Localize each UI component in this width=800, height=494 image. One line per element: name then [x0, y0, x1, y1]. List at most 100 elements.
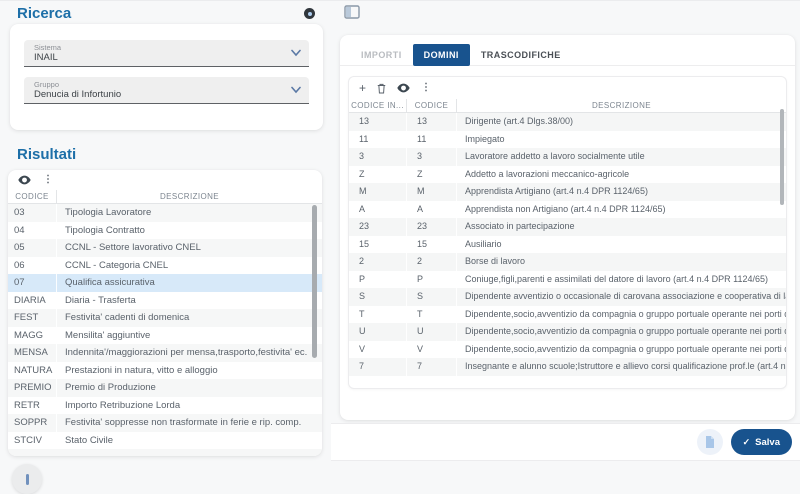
table-row[interactable]: SOPPR Festivita' soppresse non trasforma… — [8, 414, 322, 432]
row-code: 7 — [407, 358, 457, 376]
row-description: Impiegato — [457, 131, 786, 149]
table-row[interactable]: 04 Tipologia Contratto — [8, 222, 322, 240]
split-view-icon[interactable] — [344, 5, 360, 19]
chevron-down-icon — [291, 86, 301, 94]
more-options-icon[interactable]: ⋮ — [43, 175, 53, 185]
delete-icon[interactable] — [377, 83, 386, 94]
info-button[interactable] — [12, 464, 42, 494]
table-row[interactable]: 05 CCNL - Settore lavorativo CNEL — [8, 239, 322, 257]
table-row[interactable]: 03 Tipologia Lavoratore — [8, 204, 322, 222]
column-header-codice: CODICE — [407, 99, 457, 112]
tab-domini[interactable]: DOMINI — [413, 44, 470, 66]
row-code: 15 — [407, 236, 457, 254]
row-description: Qualifica assicurativa — [57, 274, 322, 292]
visibility-icon[interactable] — [18, 175, 31, 185]
visibility-icon[interactable] — [397, 83, 410, 93]
row-description: Associato in partecipazione — [457, 218, 786, 236]
more-options-icon[interactable]: ⋮ — [421, 83, 431, 93]
row-code: Z — [407, 166, 457, 184]
row-code: RETR — [8, 397, 57, 415]
row-description: Festivita' soppresse non trasformate in … — [57, 414, 322, 432]
clipped-row — [8, 449, 322, 456]
table-row[interactable]: Z Z Addetto a lavorazioni meccanico-agri… — [349, 166, 786, 184]
sistema-select[interactable]: Sistema INAIL — [24, 40, 309, 67]
row-description: Festivita' cadenti di domenica — [57, 309, 322, 327]
row-description: Indennita'/maggiorazioni per mensa,trasp… — [57, 344, 322, 362]
row-code-in: 7 — [349, 358, 407, 376]
tab-importi[interactable]: IMPORTI — [350, 44, 413, 66]
row-description: Dipendente avventizio o occasionale di c… — [457, 288, 786, 306]
row-code-in: 23 — [349, 218, 407, 236]
table-row[interactable]: S S Dipendente avventizio o occasionale … — [349, 288, 786, 306]
domini-table-card: + ⋮ CODICE IN... CODICE DESCRIZIONE 13 1… — [348, 76, 787, 389]
check-icon: ✓ — [743, 437, 751, 448]
table-row[interactable]: 07 Qualifica assicurativa — [8, 274, 322, 292]
row-description: Insegnante e alunno scuole;Istruttore e … — [457, 358, 786, 376]
row-description: Dipendente,socio,avventizio da compagnia… — [457, 306, 786, 324]
row-code-in: P — [349, 271, 407, 289]
row-code: U — [407, 323, 457, 341]
row-description: Ausiliario — [457, 236, 786, 254]
table-row[interactable]: NATURA Prestazioni in natura, vitto e al… — [8, 362, 322, 380]
table-row[interactable]: MENSA Indennita'/maggiorazioni per mensa… — [8, 344, 322, 362]
row-description: Diaria - Trasferta — [57, 292, 322, 310]
row-code-in: 11 — [349, 131, 407, 149]
row-code: 13 — [407, 113, 457, 131]
table-row[interactable]: T T Dipendente,socio,avventizio da compa… — [349, 306, 786, 324]
table-row[interactable]: M M Apprendista Artigiano (art.4 n.4 DPR… — [349, 183, 786, 201]
table-row[interactable]: 3 3 Lavoratore addetto a lavoro socialme… — [349, 148, 786, 166]
table-row[interactable]: 13 13 Dirigente (art.4 Dlgs.38/00) — [349, 113, 786, 131]
tab-trascodifiche[interactable]: TRASCODIFICHE — [470, 44, 572, 66]
row-code: P — [407, 271, 457, 289]
row-code: 23 — [407, 218, 457, 236]
row-description: Importo Retribuzione Lorda — [57, 397, 322, 415]
row-code: M — [407, 183, 457, 201]
table-row[interactable]: RETR Importo Retribuzione Lorda — [8, 397, 322, 415]
search-panel-title: Ricerca — [17, 5, 71, 22]
row-description: CCNL - Settore lavorativo CNEL — [57, 239, 322, 257]
row-code: PREMIO — [8, 379, 57, 397]
document-button[interactable] — [697, 429, 723, 455]
table-row[interactable]: PREMIO Premio di Produzione — [8, 379, 322, 397]
table-row[interactable]: V V Dipendente,socio,avventizio da compa… — [349, 341, 786, 359]
table-row[interactable]: 11 11 Impiegato — [349, 131, 786, 149]
table-row[interactable]: 2 2 Borse di lavoro — [349, 253, 786, 271]
row-description: Coniuge,figli,parenti e assimilati del d… — [457, 271, 786, 289]
domini-scrollbar[interactable] — [780, 109, 784, 205]
table-row[interactable]: FEST Festivita' cadenti di domenica — [8, 309, 322, 327]
table-row[interactable]: A A Apprendista non Artigiano (art.4 n.4… — [349, 201, 786, 219]
table-row[interactable]: STCIV Stato Civile — [8, 432, 322, 450]
table-row[interactable]: DIARIA Diaria - Trasferta — [8, 292, 322, 310]
detail-card: IMPORTI DOMINI TRASCODIFICHE + ⋮ CODICE … — [340, 35, 795, 420]
add-row-icon[interactable]: + — [359, 82, 366, 94]
record-toggle-icon[interactable] — [303, 7, 316, 20]
row-code-in: S — [349, 288, 407, 306]
action-footer: ✓ Salva — [331, 423, 800, 461]
row-code: SOPPR — [8, 414, 57, 432]
table-row[interactable]: 7 7 Insegnante e alunno scuole;Istruttor… — [349, 358, 786, 376]
domini-table-body: 13 13 Dirigente (art.4 Dlgs.38/00) 11 11… — [349, 113, 786, 376]
row-code: NATURA — [8, 362, 57, 380]
row-code-in: 3 — [349, 148, 407, 166]
table-row[interactable]: U U Dipendente,socio,avventizio da compa… — [349, 323, 786, 341]
row-description: Tipologia Lavoratore — [57, 204, 322, 222]
results-scrollbar[interactable] — [312, 205, 317, 358]
row-description: Apprendista Artigiano (art.4 n.4 DPR 112… — [457, 183, 786, 201]
table-row[interactable]: 15 15 Ausiliario — [349, 236, 786, 254]
gruppo-value: Denucia di Infortunio — [34, 89, 283, 100]
sistema-label: Sistema — [34, 43, 283, 52]
save-button[interactable]: ✓ Salva — [731, 429, 792, 455]
column-header-descrizione: DESCRIZIONE — [457, 99, 786, 112]
table-row[interactable]: 06 CCNL - Categoria CNEL — [8, 257, 322, 275]
row-description: Apprendista non Artigiano (art.4 n.4 DPR… — [457, 201, 786, 219]
row-code: 07 — [8, 274, 57, 292]
save-button-label: Salva — [755, 437, 780, 448]
table-row[interactable]: P P Coniuge,figli,parenti e assimilati d… — [349, 271, 786, 289]
row-code-in: 2 — [349, 253, 407, 271]
row-code: MENSA — [8, 344, 57, 362]
row-code: 05 — [8, 239, 57, 257]
table-row[interactable]: 23 23 Associato in partecipazione — [349, 218, 786, 236]
row-code: FEST — [8, 309, 57, 327]
gruppo-select[interactable]: Gruppo Denucia di Infortunio — [24, 77, 309, 104]
table-row[interactable]: MAGG Mensilita' aggiuntive — [8, 327, 322, 345]
